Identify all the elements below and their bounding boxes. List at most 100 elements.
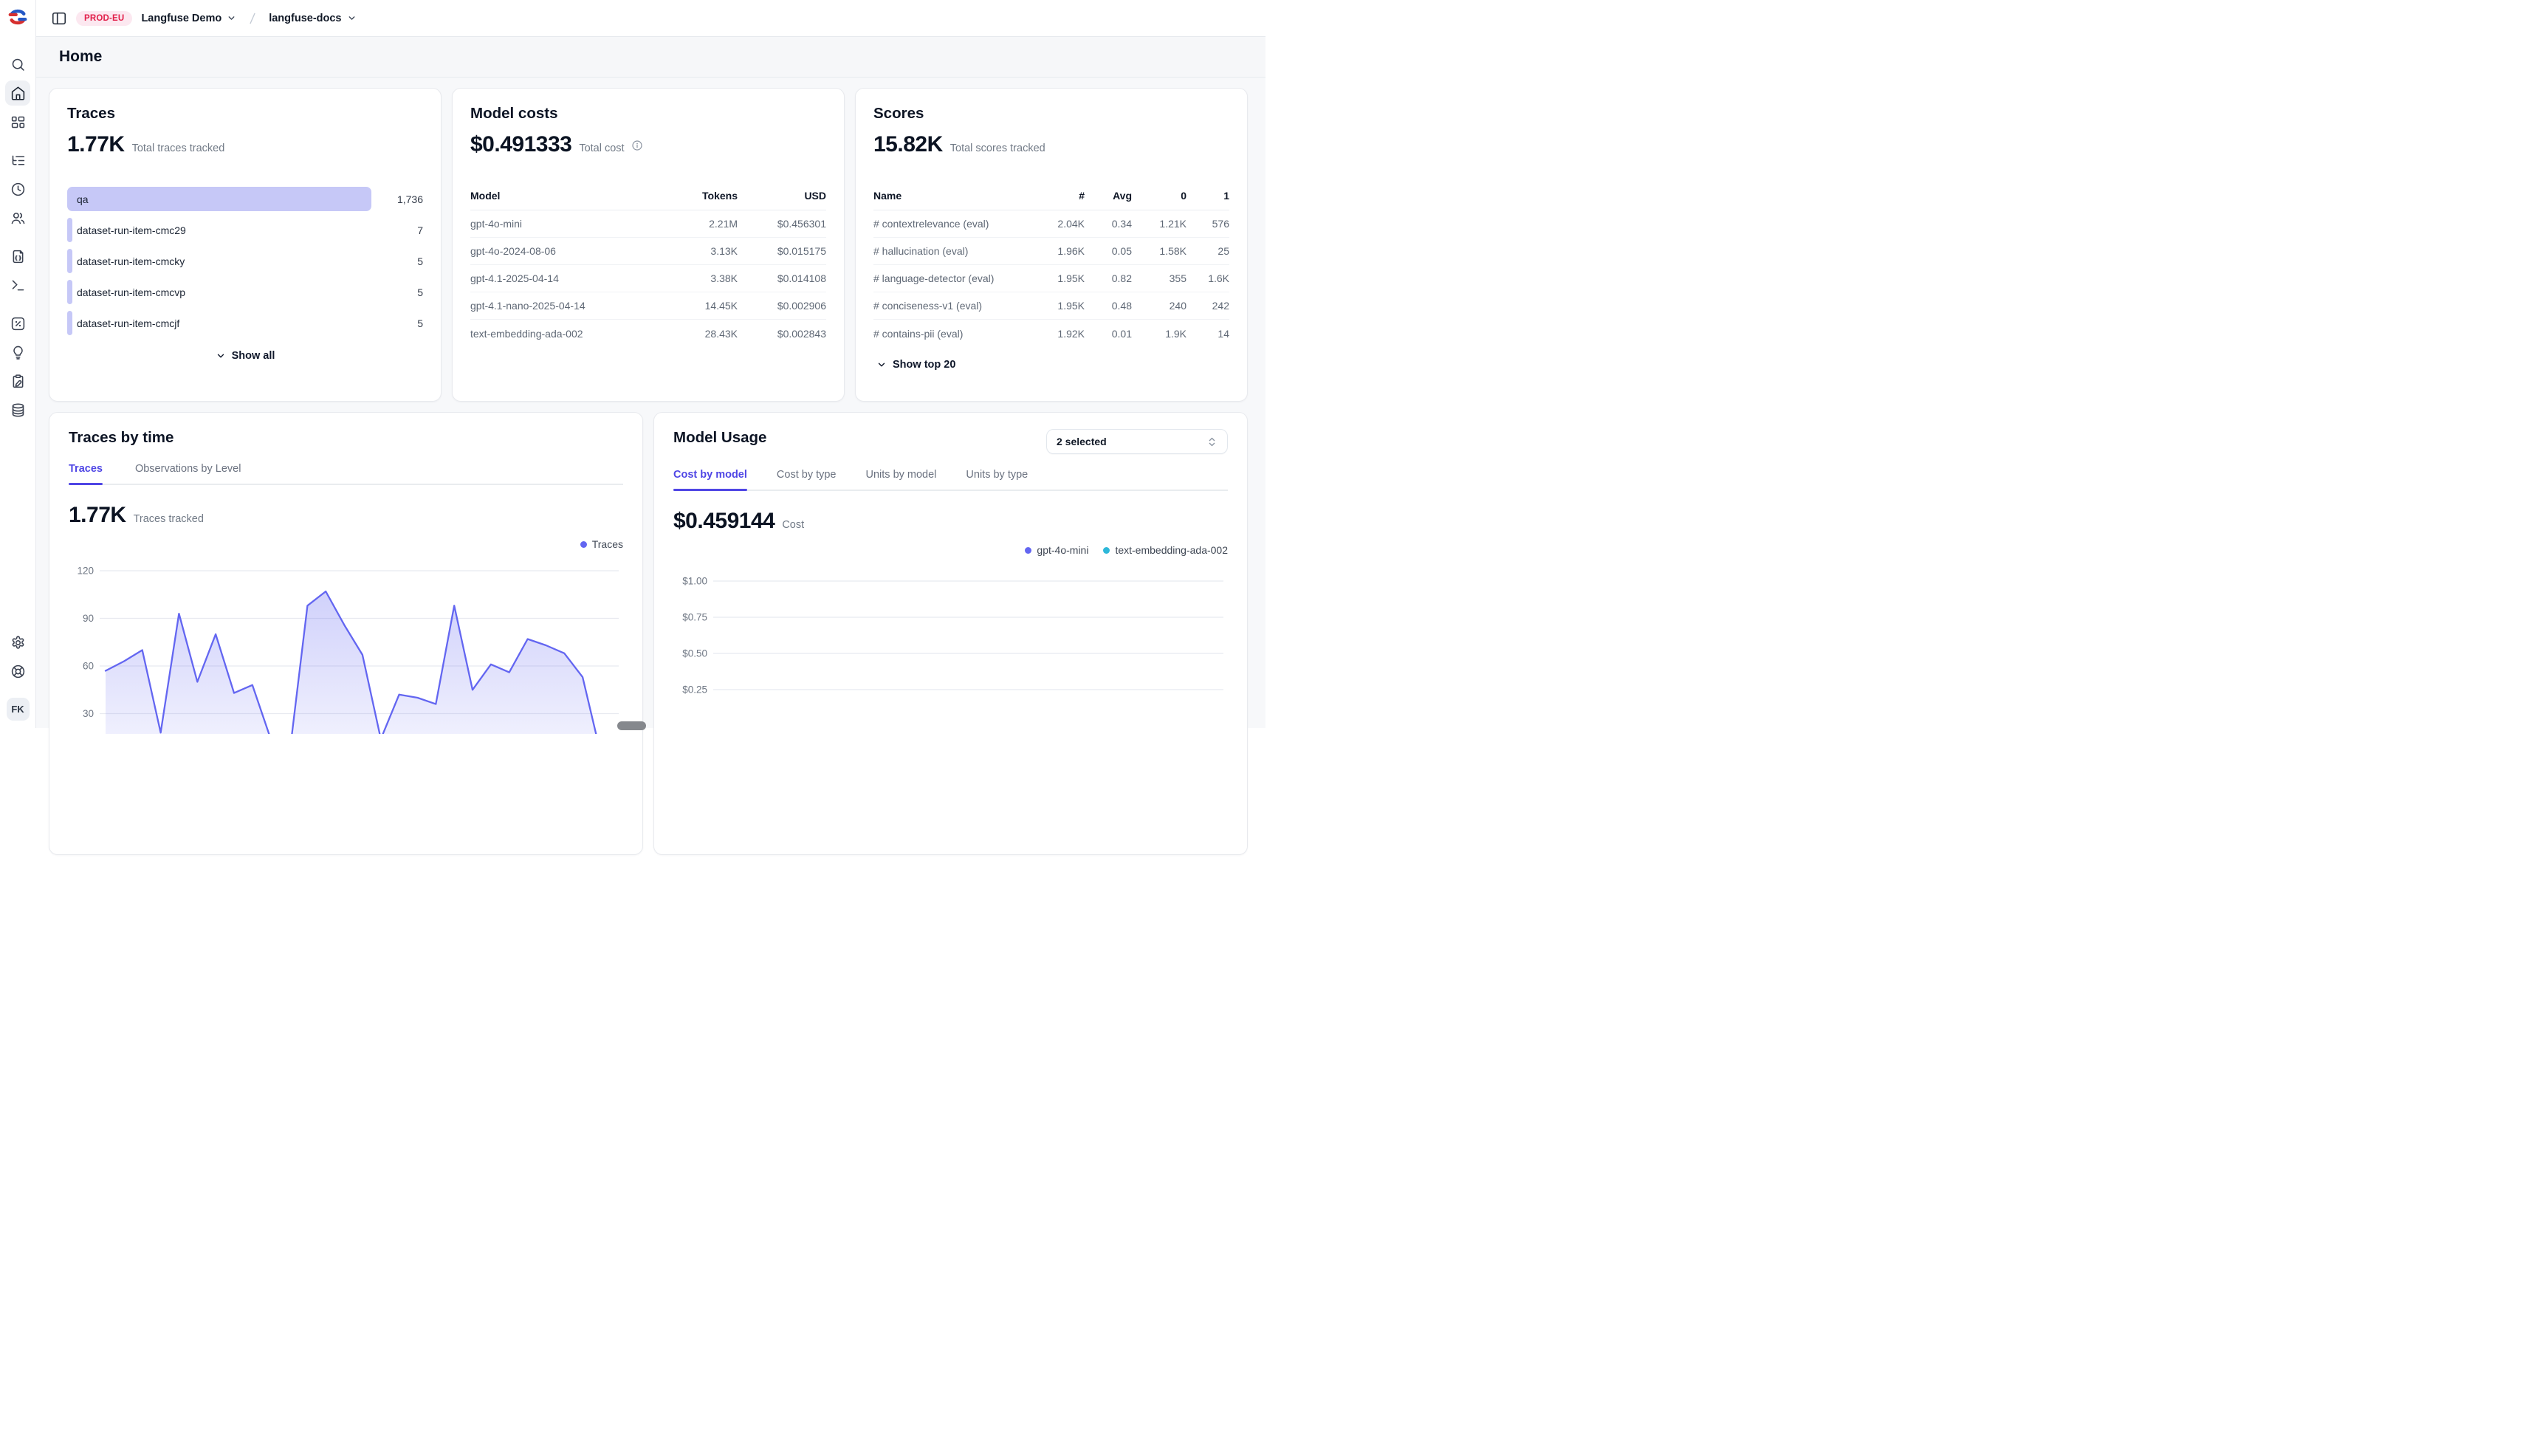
- chevron-down-icon: [216, 351, 226, 361]
- env-badge: PROD-EU: [76, 11, 132, 26]
- card-title: Traces: [67, 105, 423, 123]
- search-icon: [10, 57, 26, 72]
- table-cell: $0.015175: [738, 245, 826, 257]
- trace-bar-row[interactable]: dataset-run-item-cmc297: [67, 218, 423, 242]
- show-all-button[interactable]: Show all: [216, 350, 275, 362]
- table-cell: 2.21M: [656, 218, 738, 230]
- table-cell: gpt-4.1-nano-2025-04-14: [470, 300, 656, 312]
- bar-label: dataset-run-item-cmcjf: [77, 317, 179, 329]
- bar-track: dataset-run-item-cmc29: [67, 218, 371, 242]
- card-title: Model Usage: [673, 429, 766, 447]
- svg-text:$0.75: $0.75: [682, 612, 707, 623]
- tab-units-by-model[interactable]: Units by model: [866, 469, 937, 490]
- sidebar-item-list-tree[interactable]: [5, 148, 30, 173]
- legend-item[interactable]: gpt-4o-mini: [1025, 544, 1088, 556]
- sidebar-item-search[interactable]: [5, 52, 30, 77]
- square-percent-icon: [10, 316, 26, 332]
- sidebar-item-file-code[interactable]: [5, 244, 30, 269]
- sidebar-item-clock[interactable]: [5, 176, 30, 202]
- sidebar-item-users[interactable]: [5, 205, 30, 230]
- trace-bar-row[interactable]: dataset-run-item-cmcvp5: [67, 280, 423, 304]
- tab-cost-by-type[interactable]: Cost by type: [777, 469, 837, 490]
- avatar[interactable]: FK: [7, 698, 30, 721]
- database-icon: [10, 402, 26, 418]
- table-cell: text-embedding-ada-002: [470, 328, 656, 340]
- sidebar-item-layout-grid[interactable]: [5, 109, 30, 134]
- table-cell: 0.82: [1085, 272, 1132, 284]
- table-row[interactable]: # contextrelevance (eval)2.04K0.341.21K5…: [873, 210, 1229, 238]
- table-row[interactable]: gpt-4o-mini2.21M$0.456301: [470, 210, 826, 238]
- card-title: Scores: [873, 105, 1229, 123]
- file-code-icon: [10, 249, 26, 264]
- sidebar-item-terminal[interactable]: [5, 272, 30, 298]
- sidebar-nav: [5, 52, 30, 436]
- model-usage-legend: gpt-4o-mini text-embedding-ada-002: [673, 544, 1228, 556]
- bar-fill: [67, 218, 72, 242]
- scores-table: Name#Avg01# contextrelevance (eval)2.04K…: [873, 190, 1229, 347]
- column-header: 1: [1186, 190, 1229, 202]
- scrollbar-thumb[interactable]: [617, 721, 646, 730]
- chevron-down-icon: [227, 13, 236, 23]
- table-row[interactable]: # contains-pii (eval)1.92K0.011.9K14: [873, 320, 1229, 347]
- show-top-20-button[interactable]: Show top 20: [876, 359, 955, 371]
- legend-label: gpt-4o-mini: [1037, 544, 1088, 556]
- page-title-bar: Home: [36, 36, 1266, 78]
- table-row[interactable]: text-embedding-ada-00228.43K$0.002843: [470, 320, 826, 347]
- model-selector[interactable]: 2 selected: [1046, 429, 1228, 454]
- table-row[interactable]: # hallucination (eval)1.96K0.051.58K25: [873, 238, 1229, 265]
- sidebar-nav-group: [5, 52, 30, 138]
- column-header: Name: [873, 190, 1039, 202]
- table-row[interactable]: # conciseness-v1 (eval)1.95K0.48240242: [873, 292, 1229, 320]
- table-cell: # conciseness-v1 (eval): [873, 300, 1039, 312]
- svg-text:60: 60: [83, 661, 94, 672]
- tab-traces[interactable]: Traces: [69, 463, 103, 484]
- table-row[interactable]: gpt-4.1-2025-04-143.38K$0.014108: [470, 265, 826, 292]
- traces-metric: 1.77K Total traces tracked: [67, 134, 423, 156]
- project-switcher[interactable]: langfuse-docs: [269, 13, 356, 24]
- gear-icon: [10, 635, 26, 650]
- bar-fill: [67, 311, 72, 335]
- table-cell: 0.01: [1085, 328, 1132, 340]
- sidebar-item-lifebuoy[interactable]: [5, 659, 30, 684]
- table-row[interactable]: gpt-4.1-nano-2025-04-1414.45K$0.002906: [470, 292, 826, 320]
- table-row[interactable]: gpt-4o-2024-08-063.13K$0.015175: [470, 238, 826, 265]
- bar-fill: [67, 249, 72, 273]
- tab-units-by-type[interactable]: Units by type: [966, 469, 1028, 490]
- traces-bar-list: qa1,736dataset-run-item-cmc297dataset-ru…: [67, 187, 423, 335]
- trace-bar-row[interactable]: dataset-run-item-cmcjf5: [67, 311, 423, 335]
- sidebar-item-clipboard-pen[interactable]: [5, 368, 30, 394]
- card-title: Traces by time: [69, 429, 623, 447]
- table-cell: 242: [1186, 300, 1229, 312]
- table-cell: 1.9K: [1132, 328, 1186, 340]
- sidebar-item-gear[interactable]: [5, 630, 30, 655]
- sidebar-item-database[interactable]: [5, 397, 30, 422]
- terminal-icon: [10, 278, 26, 293]
- org-name: Langfuse Demo: [141, 13, 221, 24]
- model-usage-tabs: Cost by model Cost by type Units by model U…: [673, 469, 1228, 491]
- layout-grid-icon: [10, 114, 26, 130]
- org-switcher[interactable]: Langfuse Demo: [141, 13, 236, 24]
- sidebar-item-lightbulb[interactable]: [5, 340, 30, 365]
- sidebar-toggle-icon[interactable]: [51, 10, 67, 27]
- table-cell: 1.21K: [1132, 218, 1186, 230]
- trace-bar-row[interactable]: dataset-run-item-cmcky5: [67, 249, 423, 273]
- metric-value: $0.459144: [673, 510, 775, 532]
- metric-value: 1.77K: [67, 134, 125, 156]
- tab-observations-by-level[interactable]: Observations by Level: [135, 463, 241, 484]
- traces-by-time-metric: 1.77K Traces tracked: [69, 504, 623, 526]
- table-cell: 25: [1186, 245, 1229, 257]
- table-cell: 14.45K: [656, 300, 738, 312]
- legend-label: Traces: [592, 538, 623, 550]
- legend-item[interactable]: Traces: [580, 538, 623, 550]
- traces-card: Traces 1.77K Total traces tracked qa1,73…: [49, 88, 442, 402]
- trace-bar-row[interactable]: qa1,736: [67, 187, 423, 211]
- sidebar-item-square-percent[interactable]: [5, 311, 30, 336]
- info-icon[interactable]: [631, 140, 643, 156]
- tab-cost-by-model[interactable]: Cost by model: [673, 469, 747, 490]
- langfuse-logo-icon[interactable]: [7, 6, 29, 28]
- legend-item[interactable]: text-embedding-ada-002: [1103, 544, 1228, 556]
- sidebar-item-home[interactable]: [5, 80, 30, 106]
- table-row[interactable]: # language-detector (eval)1.95K0.823551.…: [873, 265, 1229, 292]
- svg-text:90: 90: [83, 613, 94, 624]
- table-cell: # hallucination (eval): [873, 245, 1039, 257]
